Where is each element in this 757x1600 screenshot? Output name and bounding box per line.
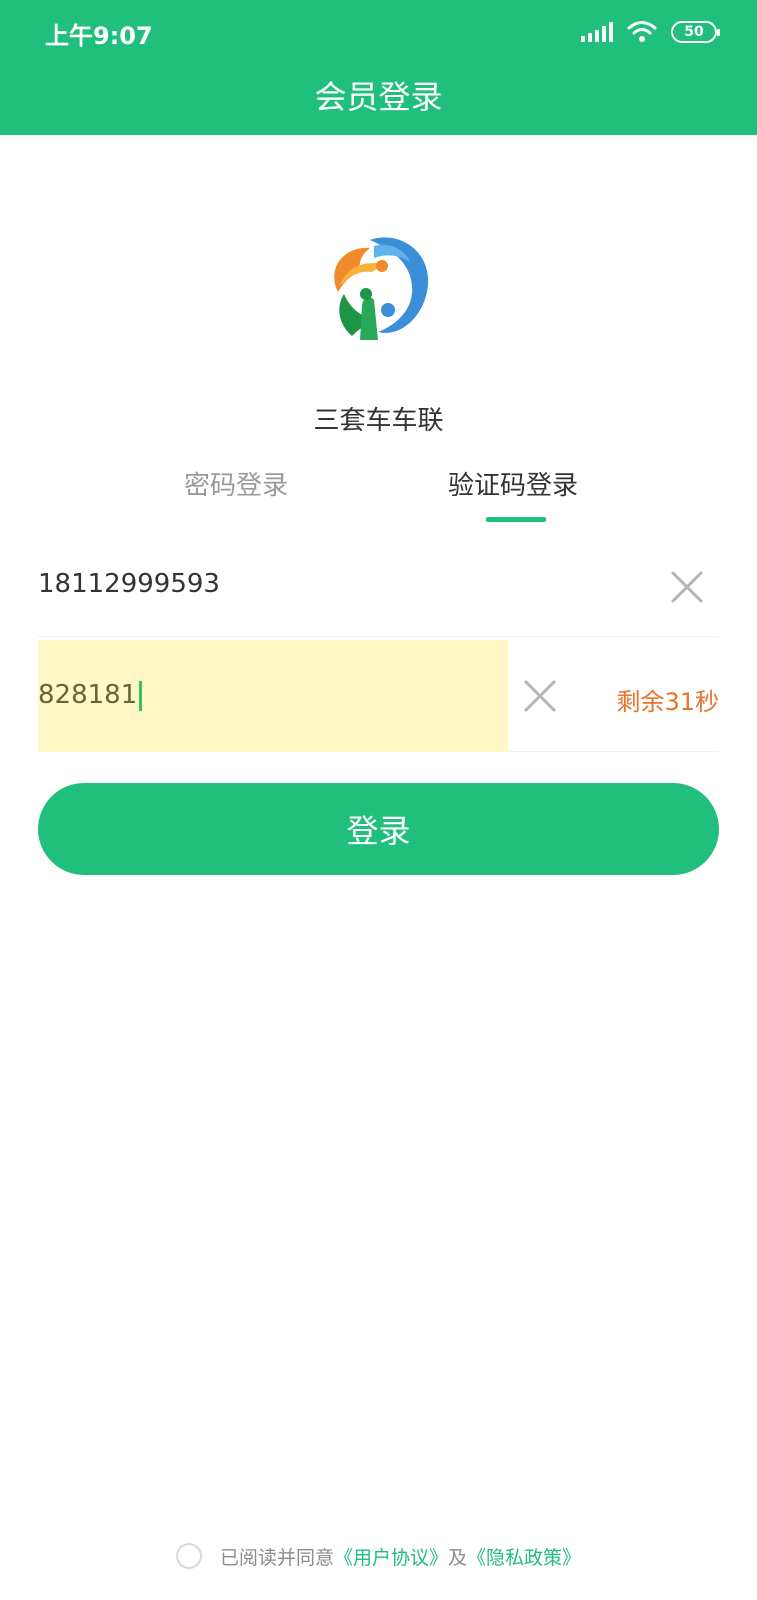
header-bar: 上午9:07 50 会员登录 [0,0,757,135]
status-icons: 50 [581,18,720,46]
privacy-policy-link[interactable]: 《隐私政策》 [467,1543,581,1570]
page-title: 会员登录 [314,78,443,116]
login-button[interactable]: 登录 [38,783,719,875]
tab-password-login[interactable]: 密码登录 [184,465,288,502]
app-name: 三套车车联 [313,406,444,436]
agreement-conjunction: 及 [448,1546,468,1569]
app-logo [334,237,429,340]
phone-clear-button[interactable] [669,569,705,605]
tab-sms-code-login[interactable]: 验证码登录 [448,465,578,502]
phone-input[interactable]: 18112999593 [38,569,220,599]
battery-level: 50 [684,24,704,40]
login-tabs: 密码登录 验证码登录 [0,465,757,525]
code-clear-button[interactable] [522,678,558,714]
agreement-prefix: 已阅读并同意 [219,1546,334,1569]
battery-icon: 50 [671,21,720,43]
code-input-value: 828181 [38,680,143,711]
agree-radio[interactable] [175,1543,202,1569]
resend-countdown: 剩余31秒 [616,688,719,716]
signal-icon [581,22,613,42]
user-agreement-link[interactable]: 《用户协议》 [334,1543,448,1570]
code-value-text: 828181 [38,680,138,710]
text-caret [139,680,143,711]
close-icon [524,680,556,712]
agreement-row: 已阅读并同意 《用户协议》 及 《隐私政策》 [0,1536,757,1576]
close-icon [671,571,703,603]
code-input-row: 828181 剩余31秒 [38,640,719,752]
status-time: 上午9:07 [45,22,153,50]
code-input[interactable]: 828181 [38,640,508,752]
phone-input-row: 18112999593 [38,547,719,637]
active-tab-indicator [486,517,546,522]
wifi-icon [627,21,657,42]
